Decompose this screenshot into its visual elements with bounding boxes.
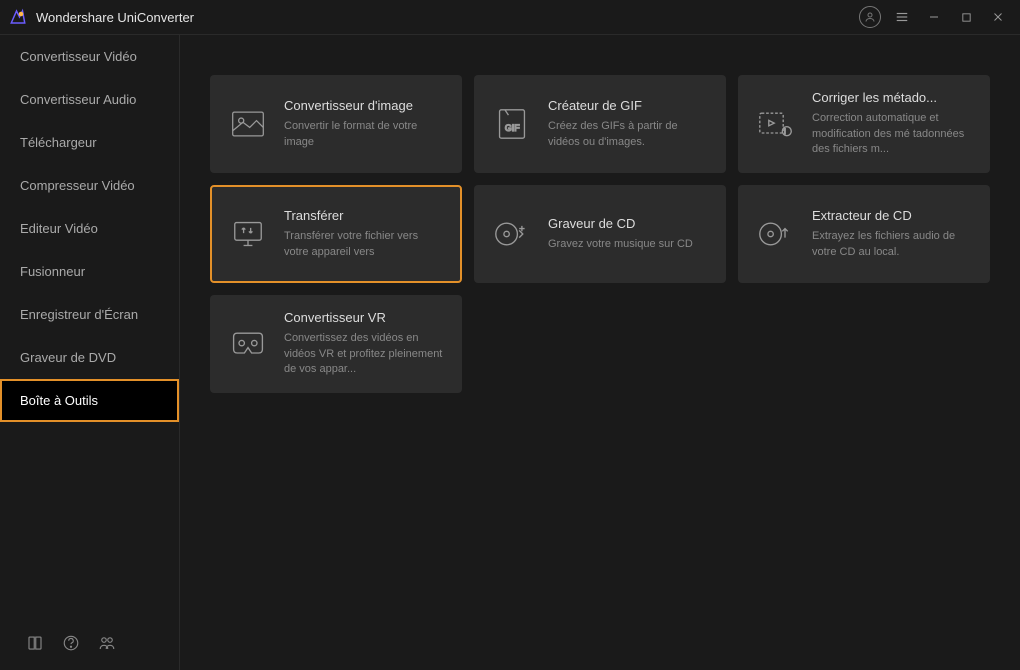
vr-icon (228, 324, 268, 364)
maximize-icon[interactable] (952, 3, 980, 31)
sidebar-item-video-editor[interactable]: Editeur Vidéo (0, 207, 179, 250)
gif-icon: GIF (492, 104, 532, 144)
card-title: Convertisseur VR (284, 310, 444, 325)
tool-transfer[interactable]: Transférer Transférer votre fichier vers… (210, 185, 462, 283)
menu-icon[interactable] (888, 3, 916, 31)
card-title: Extracteur de CD (812, 208, 972, 223)
cd-burn-icon (492, 214, 532, 254)
tool-vr-converter[interactable]: Convertisseur VR Convertissez des vidéos… (210, 295, 462, 393)
cd-rip-icon (756, 214, 796, 254)
card-desc: Transférer votre fichier vers votre appa… (284, 229, 444, 260)
account-icon[interactable] (856, 3, 884, 31)
titlebar-controls (856, 3, 1012, 31)
close-icon[interactable] (984, 3, 1012, 31)
svg-text:i: i (784, 127, 786, 136)
metadata-icon: i (756, 104, 796, 144)
sidebar-footer (0, 616, 179, 670)
main-panel: Convertisseur d'image Convertir le forma… (180, 35, 1020, 670)
sidebar-item-dvd-burner[interactable]: Graveur de DVD (0, 336, 179, 379)
sidebar-item-video-compressor[interactable]: Compresseur Vidéo (0, 164, 179, 207)
card-title: Graveur de CD (548, 216, 708, 231)
card-desc: Extrayez les fichiers audio de votre CD … (812, 229, 972, 260)
image-icon (228, 104, 268, 144)
tool-cd-ripper[interactable]: Extracteur de CD Extrayez les fichiers a… (738, 185, 990, 283)
card-title: Corriger les métado... (812, 90, 972, 105)
card-desc: Convertissez des vidéos en vidéos VR et … (284, 331, 444, 377)
svg-text:GIF: GIF (505, 123, 520, 133)
tool-grid: Convertisseur d'image Convertir le forma… (210, 75, 990, 393)
sidebar-item-merger[interactable]: Fusionneur (0, 250, 179, 293)
tool-image-converter[interactable]: Convertisseur d'image Convertir le forma… (210, 75, 462, 173)
card-desc: Convertir le format de votre image (284, 119, 444, 150)
card-title: Créateur de GIF (548, 98, 708, 113)
sidebar-item-screen-recorder[interactable]: Enregistreur d'Écran (0, 293, 179, 336)
app-logo (8, 7, 28, 27)
sidebar-item-video-converter[interactable]: Convertisseur Vidéo (0, 35, 179, 78)
tool-fix-metadata[interactable]: i Corriger les métado... Correction auto… (738, 75, 990, 173)
sidebar-item-downloader[interactable]: Téléchargeur (0, 121, 179, 164)
community-icon[interactable] (92, 628, 122, 658)
transfer-icon (228, 214, 268, 254)
card-desc: Gravez votre musique sur CD (548, 237, 708, 252)
sidebar: Convertisseur Vidéo Convertisseur Audio … (0, 35, 180, 670)
sidebar-item-audio-converter[interactable]: Convertisseur Audio (0, 78, 179, 121)
app-title: Wondershare UniConverter (36, 10, 856, 25)
help-icon[interactable] (56, 628, 86, 658)
titlebar: Wondershare UniConverter (0, 0, 1020, 35)
card-title: Transférer (284, 208, 444, 223)
card-desc: Créez des GIFs à partir de vidéos ou d'i… (548, 119, 708, 150)
card-title: Convertisseur d'image (284, 98, 444, 113)
sidebar-item-toolbox[interactable]: Boîte à Outils (0, 379, 179, 422)
minimize-icon[interactable] (920, 3, 948, 31)
card-desc: Correction automatique et modification d… (812, 111, 972, 157)
tutorial-icon[interactable] (20, 628, 50, 658)
tool-gif-maker[interactable]: GIF Créateur de GIF Créez des GIFs à par… (474, 75, 726, 173)
tool-cd-burner[interactable]: Graveur de CD Gravez votre musique sur C… (474, 185, 726, 283)
